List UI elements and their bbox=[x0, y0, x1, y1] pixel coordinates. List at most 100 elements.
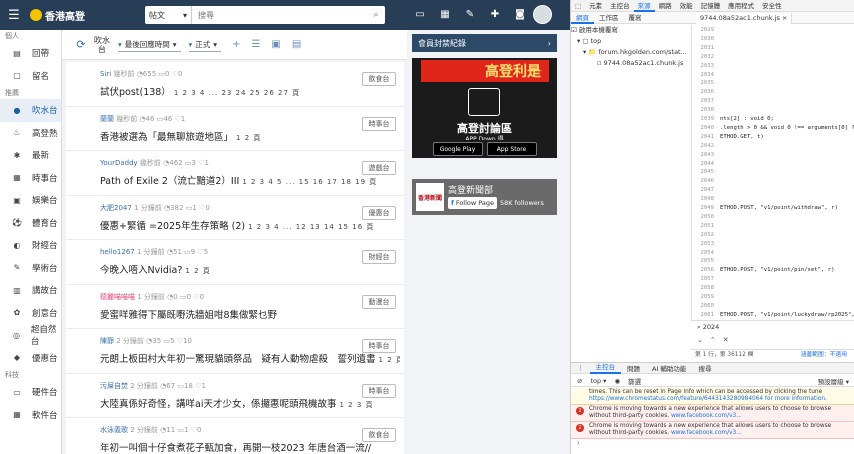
thread-author[interactable]: hello1267 bbox=[100, 248, 135, 256]
thread-author[interactable]: 陳靜 bbox=[100, 337, 114, 345]
thread-row[interactable]: 蘭蘭 幾秒前 ◔46 ▭46 ♡1 香港被選為「最無聊旅遊地區」 1 2 頁 時事台 bbox=[66, 106, 404, 151]
sort-select[interactable]: ▾ 最後回應時間 ▾ bbox=[118, 38, 181, 52]
drawer-menu-icon[interactable]: ⋮ bbox=[571, 364, 590, 372]
thread-author[interactable]: 蘭蘭 bbox=[100, 115, 114, 123]
store-icon[interactable]: ▦ bbox=[437, 6, 453, 22]
sidebar-item[interactable]: ◐ 財經台 bbox=[0, 234, 61, 257]
thread-channel-tag[interactable]: 遊戲台 bbox=[362, 161, 396, 175]
find-bar[interactable]: ⌕ 2024 bbox=[691, 320, 854, 332]
drawer-tab[interactable]: AI 輔助功能 bbox=[646, 363, 692, 373]
thread-title[interactable]: 優惠+緊循 =2025年生存策略 (2) 1 2 3 4 ... 12 13 14… bbox=[100, 218, 374, 232]
tree-node-file[interactable]: ▫ 9744.08a52ac1.chunk.js bbox=[571, 58, 691, 69]
sidebar-item[interactable]: ▥ 講故台 bbox=[0, 279, 61, 302]
thread-channel-tag[interactable]: 飲食台 bbox=[362, 72, 396, 86]
sidebar-item[interactable]: ▤ 回帶 bbox=[0, 42, 61, 65]
thread-author[interactable]: YourDaddy bbox=[100, 159, 138, 167]
sidebar-item[interactable]: ✎ 學術台 bbox=[0, 257, 61, 280]
thread-channel-tag[interactable]: 飲食台 bbox=[362, 428, 396, 442]
thread-title[interactable]: Path of Exile 2（流亡黯道2）III 1 2 3 4 5 ... 1… bbox=[100, 173, 377, 187]
devtools-tab[interactable]: 網路 bbox=[655, 0, 676, 12]
search-category-select[interactable]: 帖文 ▾ bbox=[145, 6, 192, 24]
sidebar-item[interactable]: ✿ 創意台 bbox=[0, 302, 61, 325]
tree-node-top[interactable]: ▾ ▢ top bbox=[571, 36, 691, 47]
thread-title[interactable]: 試伏post(138） 1 2 3 4 ... 23 24 25 26 27 頁 bbox=[100, 84, 300, 98]
thread-pages[interactable]: 1 2 3 4 ... 23 24 25 26 27 頁 bbox=[174, 89, 300, 97]
notification-icon[interactable]: ◙ bbox=[512, 6, 528, 22]
mode-select[interactable]: ▾ 正式 ▾ bbox=[188, 38, 222, 52]
thread-row[interactable]: 德麗喵喵喵 1 分鐘前 ◔0 ▭0 ♡0 愛蜜咩雅得下屬既嘢洗牆姐咁8集做緊乜野 動… bbox=[66, 284, 404, 329]
thread-row[interactable]: 大肥2047 1 分鐘前 ◔382 ▭1 ♡0 優惠+緊循 =2025年生存策略 … bbox=[66, 195, 404, 240]
thread-title[interactable]: 元朗上板田村大年初一驚現貓頭祭品 疑有人動物虐殺 誓列遺書1 2 頁 bbox=[100, 351, 400, 365]
coverage-link[interactable]: 涵蓋範圍：不適用 bbox=[801, 350, 847, 360]
drawer-tab[interactable]: 主控台 bbox=[589, 362, 621, 374]
sidebar-item[interactable]: ✱ 最新 bbox=[0, 144, 61, 167]
thread-author[interactable]: 水泳義歌 bbox=[100, 426, 128, 434]
sidebar-item[interactable]: ▣ 娛樂台 bbox=[0, 189, 61, 212]
message-link[interactable]: www.facebook.com/v3... bbox=[671, 430, 742, 436]
devtools-tab[interactable]: 記憶體 bbox=[697, 0, 725, 12]
sources-subtab[interactable]: 覆寫 bbox=[624, 12, 647, 24]
sidebar-item[interactable]: ◎ 超自然台 bbox=[0, 324, 61, 347]
add-icon[interactable]: + bbox=[232, 39, 240, 50]
devtools-tab[interactable]: 安全性 bbox=[758, 0, 786, 12]
thread-channel-tag[interactable]: 時事台 bbox=[362, 339, 396, 353]
thread-row[interactable]: YourDaddy 幾秒前 ◔462 ▭3 ♡1 Path of Exile 2（… bbox=[66, 151, 404, 196]
ban-record-header[interactable]: 會員封禁紀錄 › bbox=[412, 34, 557, 52]
rank-icon[interactable]: ☰ bbox=[251, 39, 260, 50]
image-icon[interactable]: ▣ bbox=[271, 39, 280, 50]
eye-icon[interactable]: ◉ bbox=[614, 377, 620, 385]
console-prompt[interactable]: › bbox=[571, 439, 854, 447]
context-select[interactable]: top ▾ bbox=[590, 377, 606, 385]
arrow-up-icon[interactable]: ⌃ bbox=[710, 336, 716, 344]
refresh-icon[interactable]: ⟳ bbox=[70, 38, 92, 51]
devtools-tab[interactable]: 主控台 bbox=[606, 0, 634, 12]
thread-row[interactable]: 水泳義歌 2 分鐘前 ◔11 ▭1 ♡0 年初一叫個十仔食煮花子甄加食，再開一枝2… bbox=[66, 418, 404, 454]
edit-icon[interactable]: ✎ bbox=[462, 6, 478, 22]
user-avatar[interactable] bbox=[533, 5, 552, 24]
gift-icon[interactable]: ✚ bbox=[487, 6, 503, 22]
layout-icon[interactable]: ▤ bbox=[292, 39, 301, 50]
log-level-select[interactable]: 預設層級 ▾ bbox=[818, 376, 849, 386]
thread-author[interactable]: Siri bbox=[100, 70, 111, 78]
sources-subtab[interactable]: 工作區 bbox=[594, 12, 624, 24]
sidebar-item[interactable]: ◆ 優惠台 bbox=[0, 347, 61, 370]
open-file-tab[interactable]: 9744.08a52ac1.chunk.js × bbox=[696, 13, 793, 24]
thread-pages[interactable]: 1 2 頁 bbox=[379, 356, 400, 364]
thread-pages[interactable]: 1 2 3 4 ... 12 13 14 15 16 頁 bbox=[248, 223, 374, 231]
search-icon[interactable]: ⌕ bbox=[367, 10, 385, 20]
thread-title[interactable]: 愛蜜咩雅得下屬既嘢洗牆姐咁8集做緊乜野 bbox=[100, 307, 280, 321]
thread-pages[interactable]: 1 2 頁 bbox=[185, 267, 210, 275]
thread-row[interactable]: 陳靜 2 分鐘前 ◔35 ▭5 ♡10 元朗上板田村大年初一驚現貓頭祭品 疑有人動… bbox=[66, 329, 404, 374]
message-link[interactable]: https://www.chromestatus.com/feature/644… bbox=[589, 396, 827, 402]
sidebar-item[interactable]: ⚽ 體育台 bbox=[0, 212, 61, 235]
thread-channel-tag[interactable]: 時事台 bbox=[362, 383, 396, 398]
inbox-icon[interactable]: ▭ bbox=[412, 6, 428, 22]
app-store-button[interactable]: App Store bbox=[486, 142, 537, 156]
close-icon[interactable]: ✕ bbox=[723, 336, 729, 344]
thread-title[interactable]: 香港被選為「最無聊旅遊地區」 1 2 頁 bbox=[100, 129, 261, 143]
app-ad[interactable]: 高登利是 高登討論區 APP Down 得 bbox=[412, 58, 557, 153]
thread-channel-tag[interactable]: 財經台 bbox=[362, 250, 396, 264]
thread-row[interactable]: Siri 幾秒前 ◔655 ▭0 ♡0 試伏post(138） 1 2 3 4 ..… bbox=[66, 62, 404, 107]
devtools-tab[interactable]: 效能 bbox=[676, 0, 697, 12]
drawer-tab[interactable]: 搜尋 bbox=[692, 363, 717, 373]
drawer-tab[interactable]: 問題 bbox=[621, 363, 646, 373]
arrow-down-icon[interactable]: ⌄ bbox=[697, 336, 703, 344]
sidebar-item[interactable]: ▭ 硬件台 bbox=[0, 381, 61, 404]
sidebar-item[interactable]: ● 吹水台 bbox=[0, 99, 61, 122]
follow-page-button[interactable]: f Follow Page bbox=[448, 197, 498, 209]
thread-author[interactable]: 大肥2047 bbox=[100, 204, 132, 212]
google-play-button[interactable]: Google Play bbox=[432, 142, 483, 156]
thread-author[interactable]: 污屎自焚 bbox=[100, 382, 128, 390]
inspect-icon[interactable]: ⬚ bbox=[571, 0, 585, 12]
devtools-tab[interactable]: 應用程式 bbox=[724, 0, 758, 12]
sidebar-item[interactable]: ▦ 軟件台 bbox=[0, 404, 61, 427]
thread-title[interactable]: 大陸真係好奇怪，講咩ai天才少女，係攞惠呢頭飛機故事 1 2 3 頁 bbox=[100, 396, 374, 410]
sidebar-item[interactable]: ♨ 高登熱 bbox=[0, 122, 61, 145]
sources-subtab[interactable]: 網頁 bbox=[571, 12, 594, 24]
site-logo[interactable]: 香港高登 bbox=[30, 8, 85, 23]
message-link[interactable]: www.facebook.com/v3... bbox=[671, 413, 742, 419]
devtools-tab[interactable]: 來源 bbox=[633, 0, 655, 12]
thread-title[interactable]: 年初一叫個十仔食煮花子甄加食，再開一枝2023 年唐台酒一流// bbox=[100, 440, 374, 454]
thread-pages[interactable]: 1 2 頁 bbox=[236, 134, 261, 142]
